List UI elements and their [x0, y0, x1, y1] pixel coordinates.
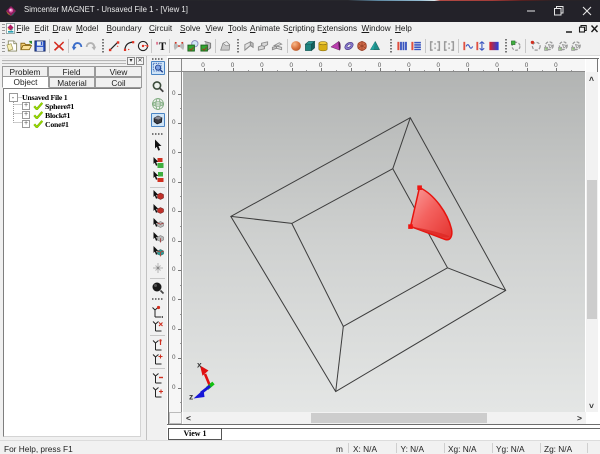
svg-text:z: z: [189, 392, 193, 402]
svg-text:x: x: [197, 360, 202, 370]
svg-text:T: T: [158, 41, 166, 52]
